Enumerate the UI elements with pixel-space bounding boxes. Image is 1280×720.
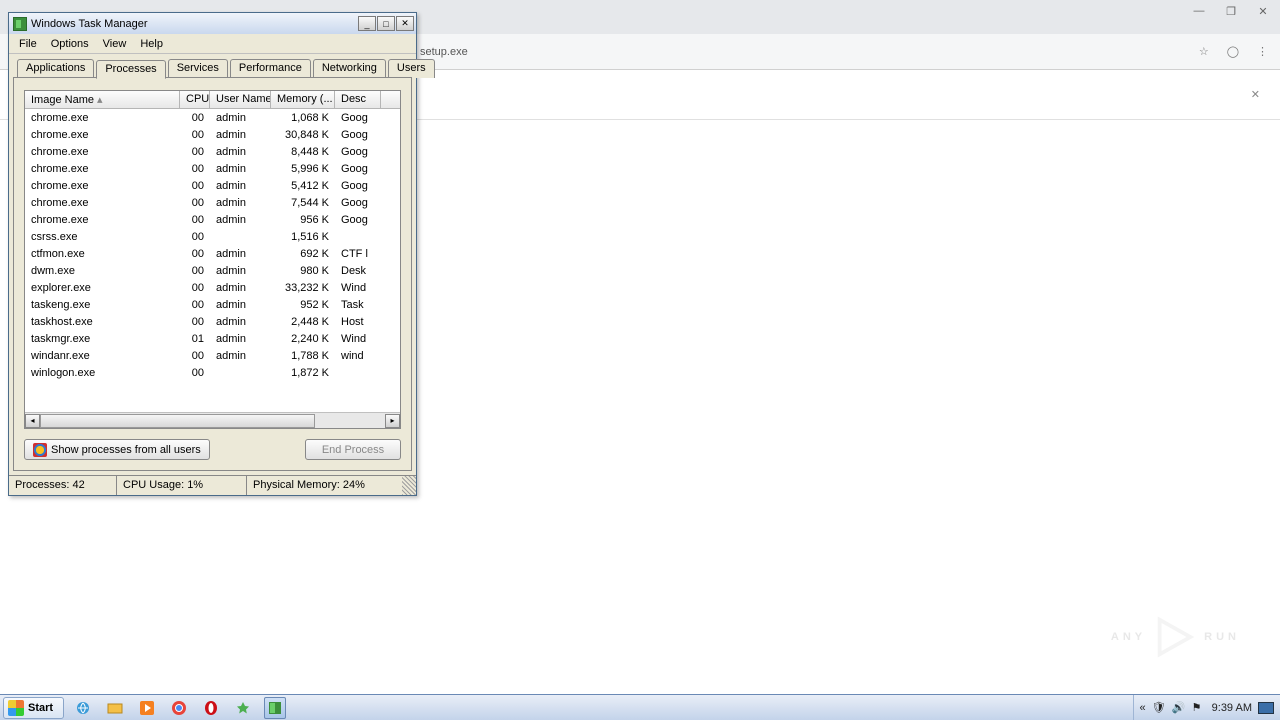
windows-orb-icon [8,700,24,716]
table-row[interactable]: chrome.exe00admin30,848 KGoog [25,126,400,143]
table-row[interactable]: chrome.exe00admin7,544 KGoog [25,194,400,211]
menu-file[interactable]: File [13,37,43,51]
table-row[interactable]: csrss.exe001,516 K [25,228,400,245]
scroll-thumb[interactable] [40,414,315,428]
process-list[interactable]: Image Name ▴ CPU User Name Memory (... D… [24,90,401,429]
table-row[interactable]: ctfmon.exe00admin692 KCTF l [25,245,400,262]
taskbar[interactable]: Start « 🛡 🔊 ⚑ 9:39 AM [0,694,1280,720]
task-manager-window[interactable]: Windows Task Manager _ □ ✕ File Options … [8,12,417,496]
col-user-name[interactable]: User Name [210,91,271,108]
status-cpu: CPU Usage: 1% [117,476,247,495]
tab-applications[interactable]: Applications [17,59,94,78]
col-image-name[interactable]: Image Name ▴ [25,91,180,108]
close-button[interactable]: ✕ [396,16,414,31]
col-memory[interactable]: Memory (... [271,91,335,108]
status-processes: Processes: 42 [9,476,117,495]
taskbar-ie-icon[interactable] [72,697,94,719]
show-all-processes-button[interactable]: Show processes from all users [24,439,210,460]
table-row[interactable]: taskhost.exe00admin2,448 KHost [25,313,400,330]
table-row[interactable]: dwm.exe00admin980 KDesk [25,262,400,279]
table-row[interactable]: chrome.exe00admin956 KGoog [25,211,400,228]
tray-shield-icon[interactable]: 🛡 [1152,701,1166,715]
menu-bar: File Options View Help [9,34,416,54]
tray-flag-icon[interactable]: ⚑ [1192,701,1206,715]
window-title: Windows Task Manager [31,18,148,30]
anyrun-watermark: ANY RUN [1111,614,1240,660]
tm-titlebar[interactable]: Windows Task Manager _ □ ✕ [9,13,416,34]
menu-help[interactable]: Help [134,37,169,51]
profile-icon[interactable]: ◯ [1227,45,1239,58]
taskbar-media-icon[interactable] [136,697,158,719]
status-bar: Processes: 42 CPU Usage: 1% Physical Mem… [9,475,416,495]
sort-asc-icon: ▴ [97,94,103,106]
table-row[interactable]: chrome.exe00admin8,448 KGoog [25,143,400,160]
horizontal-scrollbar[interactable]: ◂ ▸ [25,412,400,428]
table-row[interactable]: explorer.exe00admin33,232 KWind [25,279,400,296]
maximize-button[interactable]: □ [377,16,395,31]
column-headers: Image Name ▴ CPU User Name Memory (... D… [25,91,400,109]
taskbar-taskmgr-icon[interactable] [264,697,286,719]
minimize-button[interactable]: _ [358,16,376,31]
col-description[interactable]: Desc [335,91,381,108]
table-row[interactable]: taskeng.exe00admin952 KTask [25,296,400,313]
table-row[interactable]: winlogon.exe001,872 K [25,364,400,381]
tab-processes[interactable]: Processes [96,60,165,79]
taskbar-app-icon[interactable] [232,697,254,719]
tab-bar: Applications Processes Services Performa… [13,58,412,77]
table-row[interactable]: chrome.exe00admin1,068 KGoog [25,109,400,126]
tab-performance[interactable]: Performance [230,59,311,78]
tab-services[interactable]: Services [168,59,228,78]
tray-expand-icon[interactable]: « [1140,702,1146,714]
resize-grip-icon[interactable] [402,476,416,495]
tray-volume-icon[interactable]: 🔊 [1172,701,1186,715]
address-fragment: setup.exe [420,46,468,58]
status-memory: Physical Memory: 24% [247,476,402,495]
taskbar-explorer-icon[interactable] [104,697,126,719]
tray-clock[interactable]: 9:39 AM [1212,702,1252,714]
col-cpu[interactable]: CPU [180,91,210,108]
system-tray[interactable]: « 🛡 🔊 ⚑ 9:39 AM [1133,695,1280,720]
start-button[interactable]: Start [3,697,64,719]
menu-options[interactable]: Options [45,37,95,51]
tray-desktop-icon[interactable] [1258,702,1274,714]
chrome-close-button[interactable]: ✕ [1248,2,1278,20]
scroll-right-icon[interactable]: ▸ [385,414,400,428]
menu-view[interactable]: View [97,37,133,51]
tab-networking[interactable]: Networking [313,59,386,78]
infobar-close-icon[interactable]: ✕ [1251,88,1260,101]
chrome-minimize-button[interactable]: — [1184,2,1214,20]
chrome-maximize-button[interactable]: ❐ [1216,2,1246,20]
taskbar-chrome-icon[interactable] [168,697,190,719]
table-row[interactable]: chrome.exe00admin5,996 KGoog [25,160,400,177]
table-row[interactable]: taskmgr.exe01admin2,240 KWind [25,330,400,347]
scroll-left-icon[interactable]: ◂ [25,414,40,428]
tab-users[interactable]: Users [388,59,435,78]
table-row[interactable]: chrome.exe00admin5,412 KGoog [25,177,400,194]
end-process-button[interactable]: End Process [305,439,401,460]
taskbar-opera-icon[interactable] [200,697,222,719]
taskmgr-icon [13,17,27,31]
star-icon[interactable]: ☆ [1199,45,1209,58]
menu-icon[interactable]: ⋮ [1257,45,1268,58]
table-row[interactable]: windanr.exe00admin1,788 Kwind [25,347,400,364]
